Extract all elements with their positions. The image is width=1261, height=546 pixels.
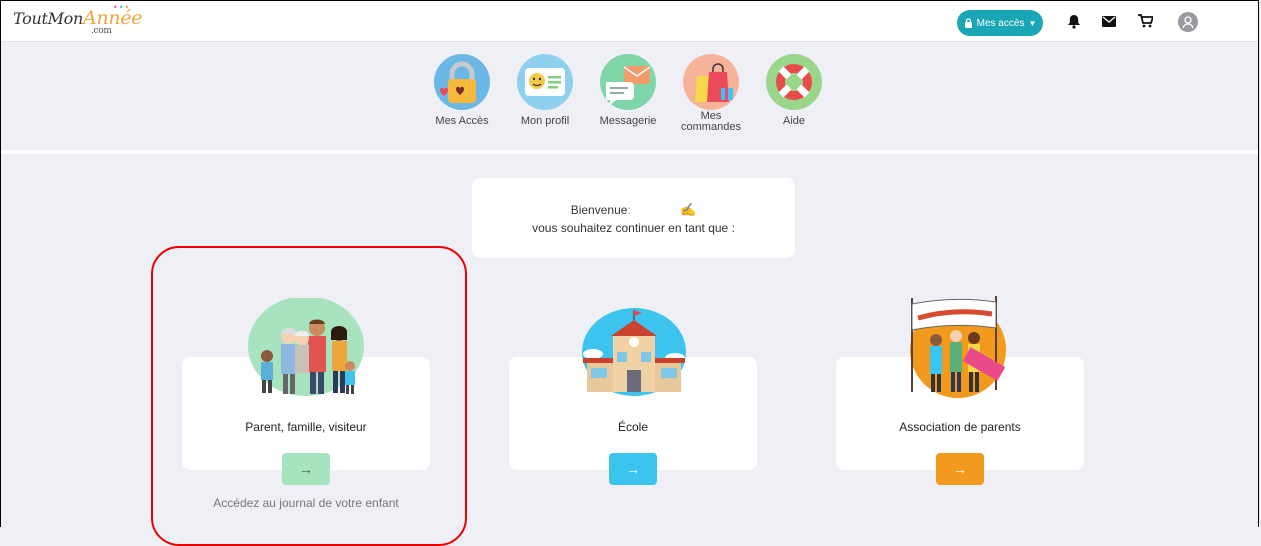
nav-label: Aide xyxy=(782,115,806,127)
mes-acces-label: Mes accès xyxy=(976,17,1025,29)
cart-button[interactable] xyxy=(1135,11,1155,31)
main-nav: Mes Accès Mon profil Messagerie Mes comm… xyxy=(0,42,1259,150)
logo-suffix-text: .com xyxy=(91,26,112,36)
bell-icon xyxy=(1068,14,1080,29)
card-title: École xyxy=(617,420,649,434)
welcome-card: Bienvenue: ✍ vous souhaitez continuer en… xyxy=(472,178,795,258)
association-continue-button[interactable]: → xyxy=(936,453,984,485)
nav-item-mes-commandes[interactable]: Mes commandes xyxy=(676,54,746,133)
envelope-icon xyxy=(1102,15,1116,27)
logo-dots: ••• xyxy=(113,3,131,12)
user-avatar-icon xyxy=(1182,16,1194,29)
lifebuoy-icon xyxy=(766,54,822,110)
ecole-continue-button[interactable]: → xyxy=(609,453,657,485)
caret-down-icon: ▼ xyxy=(1028,18,1037,28)
nav-label: Mes Accès xyxy=(435,115,489,127)
notifications-button[interactable] xyxy=(1064,11,1084,31)
logo-main-text: ToutMon xyxy=(13,9,84,28)
welcome-line1: Bienvenue: ✍ xyxy=(570,202,697,217)
messages-button[interactable] xyxy=(1099,11,1119,31)
nav-label: Mes commandes xyxy=(681,110,741,133)
nav-label: Messagerie xyxy=(599,115,657,127)
nav-item-aide[interactable]: Aide xyxy=(759,54,829,127)
top-bar: ToutMonAnnée .com ••• Mes accès ▼ xyxy=(1,1,1258,42)
nav-item-mon-profil[interactable]: Mon profil xyxy=(510,54,580,127)
cart-icon xyxy=(1137,14,1153,28)
nav-label: Mon profil xyxy=(520,115,570,127)
nav-divider xyxy=(1,150,1258,154)
chat-envelope-icon xyxy=(600,54,656,110)
wave-hand-icon: ✍ xyxy=(680,202,697,217)
shopping-bags-icon xyxy=(683,54,739,110)
nav-item-messagerie[interactable]: Messagerie xyxy=(593,54,663,127)
mes-acces-button[interactable]: Mes accès ▼ xyxy=(957,10,1043,36)
lock-hearts-icon xyxy=(434,54,490,110)
welcome-greeting: Bienvenue xyxy=(570,203,628,217)
arrow-right-icon: → xyxy=(953,461,967,477)
welcome-question: vous souhaitez continuer en tant que : xyxy=(532,221,735,235)
profile-card-icon xyxy=(517,54,573,110)
arrow-right-icon: → xyxy=(626,461,640,477)
association-illustration xyxy=(910,296,1006,398)
school-illustration xyxy=(582,308,686,396)
site-logo[interactable]: ToutMonAnnée .com ••• xyxy=(13,3,143,36)
highlight-annotation xyxy=(151,246,467,546)
nav-item-mes-acces[interactable]: Mes Accès xyxy=(427,54,497,127)
card-title: Association de parents xyxy=(899,420,1021,434)
user-avatar-button[interactable] xyxy=(1178,12,1198,32)
lock-icon xyxy=(964,18,972,28)
